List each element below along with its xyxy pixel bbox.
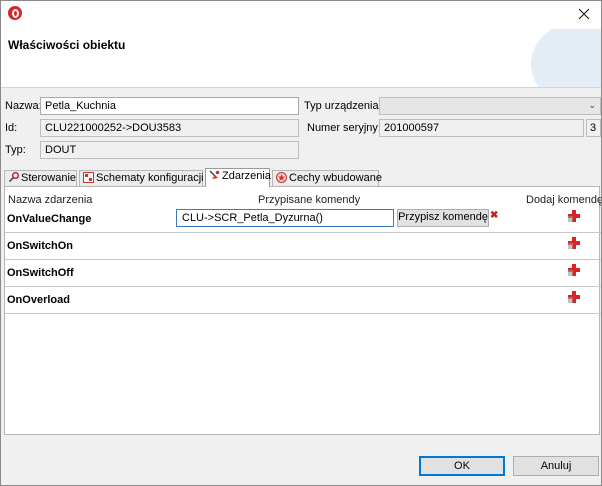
app-logo-icon: [8, 6, 22, 20]
tab-label: Cechy wbudowane: [289, 172, 382, 184]
column-header-event: Nazwa zdarzenia: [8, 194, 93, 206]
id-label: Id:: [5, 122, 18, 134]
dialog-header: Właściwości obiektu: [1, 29, 601, 88]
event-name: OnOverload: [7, 294, 70, 306]
tab-cechy-wbudowane[interactable]: Cechy wbudowane: [272, 170, 382, 186]
schema-icon: [83, 172, 94, 183]
type-label: Typ:: [5, 144, 26, 156]
device-type-label: Typ urządzenia:: [304, 100, 382, 112]
chevron-down-icon: ⌄: [588, 100, 596, 110]
header-decoration: [531, 29, 601, 87]
tab-zdarzenia[interactable]: Zdarzenia: [205, 168, 271, 187]
serial-extra-field: 3: [586, 119, 601, 137]
wrench-icon: [8, 172, 19, 183]
tab-schematy-konfiguracji[interactable]: Schematy konfiguracji: [79, 170, 204, 186]
event-name: OnSwitchOn: [7, 240, 73, 252]
close-icon: [578, 8, 590, 20]
tab-label: Sterowanie: [21, 172, 77, 184]
event-name: OnSwitchOff: [7, 267, 74, 279]
page-title: Właściwości obiektu: [8, 38, 126, 52]
event-name: OnValueChange: [7, 213, 92, 225]
table-row: OnOverload: [5, 288, 601, 314]
title-bar: [1, 1, 601, 29]
type-field: DOUT: [40, 141, 299, 159]
cancel-button[interactable]: Anuluj: [513, 456, 599, 476]
column-header-add: Dodaj komendę: [526, 194, 602, 206]
command-input[interactable]: CLU->SCR_Petla_Dyzurna(): [176, 209, 394, 227]
table-row: OnValueChange CLU->SCR_Petla_Dyzurna() P…: [5, 207, 601, 233]
tab-label: Schematy konfiguracji: [96, 172, 204, 184]
device-type-select[interactable]: ⌄: [379, 97, 601, 115]
close-button[interactable]: [573, 4, 595, 24]
events-icon: [209, 170, 220, 179]
column-header-commands: Przypisane komendy: [258, 194, 361, 206]
name-input[interactable]: Petla_Kuchnia: [40, 97, 299, 115]
serial-label: Numer seryjny:: [307, 122, 381, 134]
assign-command-button[interactable]: Przypisz komendę: [397, 209, 489, 227]
delete-icon[interactable]: ✖: [490, 211, 499, 221]
add-command-icon[interactable]: [568, 264, 580, 276]
add-command-icon[interactable]: [568, 237, 580, 249]
table-row: OnSwitchOff: [5, 261, 601, 287]
add-command-icon[interactable]: [568, 291, 580, 303]
id-field: CLU221000252->DOU3583: [40, 119, 299, 137]
properties-dialog: Właściwości obiektu Nazwa: Petla_Kuchnia…: [0, 0, 602, 486]
tab-label: Zdarzenia: [222, 170, 271, 182]
serial-field: 201000597: [379, 119, 584, 137]
table-row: OnSwitchOn: [5, 234, 601, 260]
add-command-icon[interactable]: [568, 210, 580, 222]
tab-sterowanie[interactable]: Sterowanie: [4, 170, 77, 186]
name-label: Nazwa:: [5, 100, 42, 112]
ok-button[interactable]: OK: [419, 456, 505, 476]
star-badge-icon: [276, 172, 287, 183]
